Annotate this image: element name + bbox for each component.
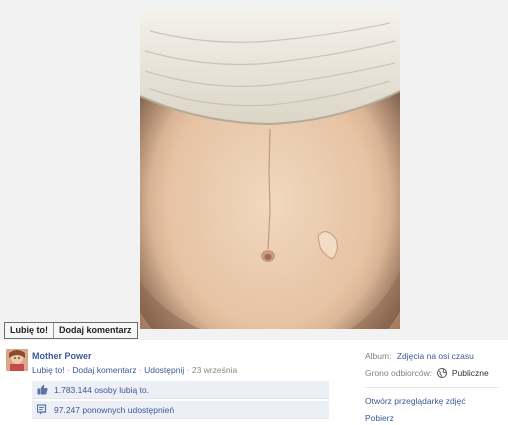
download-row: Pobierz [365,413,394,423]
post-date[interactable]: 23 września [192,365,237,375]
like-link[interactable]: Lubię to! [32,365,65,375]
main-photo[interactable] [140,11,400,329]
shares-text-label[interactable]: ponownych udostępnień [82,405,174,415]
sidebar-divider [365,387,499,388]
audience-row: Grono odbiorców: Publiczne [365,368,489,380]
album-row: Album: Zdjęcia na osi czasu [365,351,474,361]
profile-picture-icon [6,349,28,371]
download-link[interactable]: Pobierz [365,413,394,423]
share-icon [36,404,48,416]
pregnant-belly-image [140,11,400,329]
separator: · [138,365,142,375]
photo-details: Mother Power Lubię to! · Dodaj komentarz… [0,343,508,425]
likes-count-link[interactable]: 1.783.144 [54,385,92,395]
audience-value[interactable]: Publiczne [452,368,489,378]
likes-text-label[interactable]: osoby lubią to. [94,385,149,395]
share-link[interactable]: Udostępnij [144,365,184,375]
comment-link[interactable]: Dodaj komentarz [72,365,136,375]
shares-count-link[interactable]: 97.247 [54,405,80,415]
open-viewer-row: Otwórz przeglądarkę zdjęć [365,396,466,406]
photo-stage: Lubię to! Dodaj komentarz [0,0,508,340]
add-comment-button[interactable]: Dodaj komentarz [53,323,137,338]
likes-row: 1.783.144 osoby lubią to. [32,381,329,399]
poster-name-link[interactable]: Mother Power [32,351,92,361]
album-link[interactable]: Zdjęcia na osi czasu [397,351,474,361]
photo-actions-bar: Lubię to! Dodaj komentarz [4,322,138,339]
open-photo-viewer-link[interactable]: Otwórz przeglądarkę zdjęć [365,396,466,406]
thumbs-up-icon [36,384,48,396]
audience-label: Grono odbiorców: [365,368,433,378]
shares-row: 97.247 ponownych udostępnień [32,401,329,419]
like-button[interactable]: Lubię to! [5,323,53,338]
separator: · [67,365,70,375]
post-action-links: Lubię to! · Dodaj komentarz · Udostępnij… [32,365,237,375]
globe-icon [437,368,448,380]
separator: · [186,365,190,375]
avatar[interactable] [6,349,28,371]
album-label: Album: [365,351,392,361]
